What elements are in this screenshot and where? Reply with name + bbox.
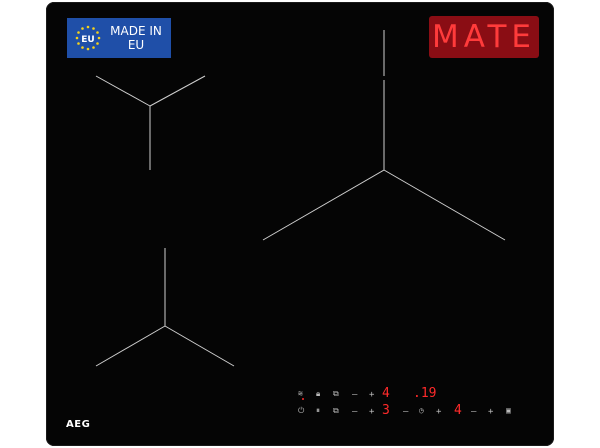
mate-finish-badge: MATE [429, 16, 539, 58]
eu-flag-icon: EU [73, 23, 103, 53]
indicator-dot [302, 398, 304, 400]
power-level-display-right: 4 [454, 403, 462, 418]
bridge-icon[interactable]: ⧉ [333, 406, 339, 416]
timer-icon[interactable]: ◷ [419, 406, 424, 416]
power-icon[interactable]: ⏻ [298, 406, 304, 416]
lock-icon[interactable]: 🔒︎ [316, 389, 320, 399]
cooking-zone-markings [95, 30, 506, 367]
pause-icon[interactable]: ⏸ [316, 406, 320, 416]
zone-top-left [95, 75, 206, 170]
plus-button-left[interactable]: + [369, 407, 374, 417]
eu-flag-label: EU [81, 35, 94, 45]
zone-bottom-left [95, 248, 235, 367]
mate-label: MATE [431, 18, 537, 55]
plus-button-timer[interactable]: + [436, 407, 441, 417]
made-in-eu-badge: EU MADE IN EU [67, 18, 171, 58]
minus-button-left[interactable]: – [352, 407, 357, 417]
power-level-display-left: 3 [382, 403, 390, 418]
plus-button[interactable]: + [369, 390, 374, 400]
timer-display: .19 [413, 386, 437, 401]
brand-logo: AEG [66, 419, 91, 430]
minus-button[interactable]: – [352, 390, 357, 400]
minus-button-timer[interactable]: – [403, 407, 408, 417]
zone-right-large [262, 30, 506, 241]
made-in-eu-text: MADE IN EU [105, 24, 167, 52]
zone-select-icon[interactable]: ⧉ [333, 389, 339, 399]
zone-icon[interactable]: ▣ [506, 406, 511, 416]
eu-label: EU [127, 38, 145, 52]
minus-button-right[interactable]: – [471, 407, 476, 417]
plus-button-right[interactable]: + [488, 407, 493, 417]
made-in-label: MADE IN [110, 24, 162, 38]
power-level-display: 4 [382, 386, 390, 401]
